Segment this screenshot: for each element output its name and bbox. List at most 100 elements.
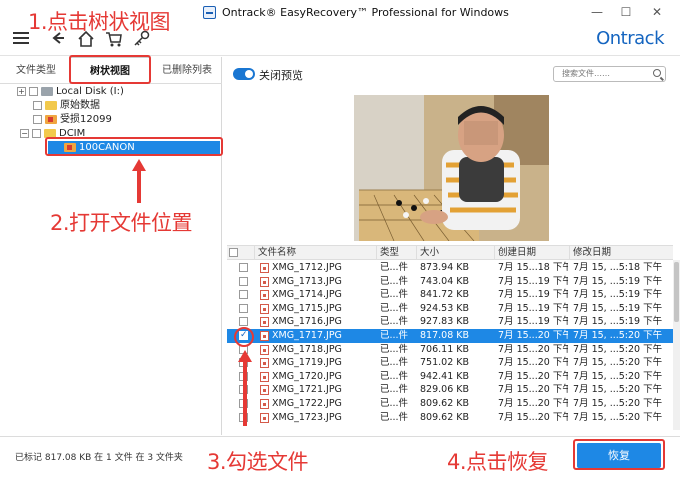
image-file-icon	[260, 412, 269, 423]
created-date-cell: 7月 15...19 下午	[498, 275, 568, 287]
column-modified[interactable]: 修改日期	[569, 246, 669, 260]
file-size-cell: 809.62 KB	[420, 411, 470, 423]
file-size-cell: 841.72 KB	[420, 289, 470, 301]
search-icon[interactable]	[653, 69, 661, 77]
file-type-cell: 已...件	[380, 330, 409, 341]
created-date-cell: 7月 15...19 下午	[498, 302, 568, 314]
file-name-cell: XMG_1717.JPG	[272, 330, 342, 341]
created-date-cell: 7月 15...20 下午	[498, 411, 568, 423]
table-row[interactable]: XMG_1714.JPG 已...件 841.72 KB 7月 15...19 下午 7…	[227, 288, 673, 302]
column-type[interactable]: 类型	[376, 246, 416, 260]
table-row[interactable]: XMG_1717.JPG 已...件 817.08 KB 7月 15...20 下午 7…	[227, 329, 673, 343]
modified-date-cell: 7月 15, ...5:20 下午	[573, 398, 663, 409]
row-checkbox[interactable]	[239, 263, 248, 272]
table-header: 文件名称 类型 大小 创建日期 修改日期	[227, 245, 673, 260]
file-type-cell: 已...件	[380, 343, 409, 355]
row-checkbox[interactable]	[239, 317, 248, 327]
annotation-step-4: 4.点击恢复	[447, 450, 549, 474]
image-file-icon	[260, 276, 269, 287]
file-size-cell: 706.11 KB	[420, 343, 470, 355]
table-row[interactable]: XMG_1713.JPG 已...件 743.04 KB 7月 15...19 下午 7…	[227, 275, 673, 289]
select-all-checkbox[interactable]	[229, 248, 238, 257]
modified-date-cell: 7月 15, ...5:20 下午	[573, 330, 663, 341]
table-row[interactable]: XMG_1712.JPG 已...件 873.94 KB 7月 15...18 下午 7…	[227, 261, 673, 275]
window-title: Ontrack® EasyRecovery™ Professional for …	[222, 6, 509, 19]
maximize-button[interactable]: ☐	[616, 3, 636, 21]
folder-icon	[45, 100, 57, 110]
modified-date-cell: 7月 15, ...5:20 下午	[573, 411, 663, 423]
table-row[interactable]: XMG_1723.JPG 已...件 809.62 KB 7月 15...20 下午 7…	[227, 411, 673, 425]
file-name-cell: XMG_1715.JPG	[272, 302, 342, 314]
table-row[interactable]: XMG_1719.JPG 已...件 751.02 KB 7月 15...20 下午 7…	[227, 356, 673, 370]
created-date-cell: 7月 15...20 下午	[498, 357, 568, 369]
created-date-cell: 7月 15...20 下午	[498, 330, 568, 341]
created-date-cell: 7月 15...20 下午	[498, 370, 568, 382]
file-type-cell: 已...件	[380, 370, 409, 382]
scrollbar-thumb[interactable]	[674, 262, 679, 322]
row-checkbox[interactable]	[239, 276, 248, 286]
modified-date-cell: 7月 15, ...5:19 下午	[573, 302, 663, 314]
row-checkbox[interactable]	[239, 290, 248, 300]
file-name-cell: XMG_1721.JPG	[272, 384, 342, 396]
image-file-icon	[260, 371, 269, 382]
table-row[interactable]: XMG_1715.JPG 已...件 924.53 KB 7月 15...19 下午 7…	[227, 302, 673, 316]
file-type-cell: 已...件	[380, 302, 409, 314]
file-name-cell: XMG_1716.JPG	[272, 316, 342, 328]
table-row[interactable]: XMG_1721.JPG 已...件 829.06 KB 7月 15...20 下午 7…	[227, 383, 673, 397]
file-size-cell: 942.41 KB	[420, 370, 470, 382]
image-file-icon	[260, 317, 269, 328]
modified-date-cell: 7月 15, ...5:20 下午	[573, 357, 663, 369]
table-row[interactable]: XMG_1718.JPG 已...件 706.11 KB 7月 15...20 下午 7…	[227, 343, 673, 357]
image-preview	[354, 95, 549, 241]
file-type-cell: 已...件	[380, 316, 409, 328]
tab-deleted-list[interactable]: 已删除列表	[154, 57, 220, 84]
file-name-cell: XMG_1722.JPG	[272, 398, 342, 409]
modified-date-cell: 7月 15, ...5:20 下午	[573, 343, 663, 355]
file-name-cell: XMG_1713.JPG	[272, 275, 342, 287]
close-button[interactable]: ✕	[647, 3, 667, 21]
modified-date-cell: 7月 15, ...5:19 下午	[573, 275, 663, 287]
table-row[interactable]: XMG_1720.JPG 已...件 942.41 KB 7月 15...20 下午 7…	[227, 370, 673, 384]
minimize-button[interactable]: —	[587, 3, 607, 21]
created-date-cell: 7月 15...18 下午	[498, 262, 568, 273]
tree-item-disk[interactable]: + Local Disk (I:)	[17, 85, 124, 98]
file-type-cell: 已...件	[380, 357, 409, 369]
drive-icon	[41, 86, 53, 96]
modified-date-cell: 7月 15, ...5:19 下午	[573, 316, 663, 328]
file-size-cell: 829.06 KB	[420, 384, 470, 396]
table-row[interactable]: XMG_1722.JPG 已...件 809.62 KB 7月 15...20 下午 7…	[227, 397, 673, 411]
row-checkbox[interactable]	[239, 303, 248, 313]
modified-date-cell: 7月 15, ...5:20 下午	[573, 384, 663, 396]
file-type-cell: 已...件	[380, 411, 409, 423]
file-type-cell: 已...件	[380, 398, 409, 409]
tree-checkbox[interactable]	[29, 86, 38, 96]
modified-date-cell: 7月 15, ...5:18 下午	[573, 262, 663, 273]
search-input[interactable]: 搜索文件……	[553, 66, 666, 82]
preview-toggle[interactable]	[233, 68, 255, 80]
tree-checkbox[interactable]	[33, 114, 42, 124]
file-name-cell: XMG_1720.JPG	[272, 370, 342, 382]
tab-file-type[interactable]: 文件类型	[4, 57, 68, 84]
table-row[interactable]: XMG_1716.JPG 已...件 927.83 KB 7月 15...19 下午 7…	[227, 315, 673, 329]
file-size-cell: 873.94 KB	[420, 262, 470, 273]
annotation-step-1: 1.点击树状视图	[28, 10, 171, 34]
column-size[interactable]: 大小	[416, 246, 494, 260]
column-created[interactable]: 创建日期	[494, 246, 569, 260]
column-name[interactable]: 文件名称	[254, 246, 376, 260]
collapse-icon[interactable]: −	[20, 128, 29, 138]
tree-checkbox[interactable]	[32, 128, 41, 138]
annotation-arrow-up-1	[132, 159, 146, 203]
expand-icon[interactable]: +	[17, 86, 26, 96]
created-date-cell: 7月 15...19 下午	[498, 289, 568, 301]
image-file-icon	[260, 331, 269, 341]
right-panel: 关闭预览 搜索文件…… 文件名称 类型 大小 创建日期 修改日期 XMG_171…	[223, 57, 680, 435]
vertical-scrollbar[interactable]	[673, 260, 680, 430]
image-file-icon	[260, 385, 269, 396]
modified-date-cell: 7月 15, ...5:19 下午	[573, 289, 663, 301]
tree-item-folder[interactable]: 原始数据	[33, 99, 100, 112]
damaged-folder-icon	[45, 114, 57, 124]
tree-checkbox[interactable]	[33, 100, 42, 110]
tree-item-folder[interactable]: 受损12099	[33, 113, 112, 126]
file-size-cell: 927.83 KB	[420, 316, 470, 328]
file-name-cell: XMG_1718.JPG	[272, 343, 342, 355]
